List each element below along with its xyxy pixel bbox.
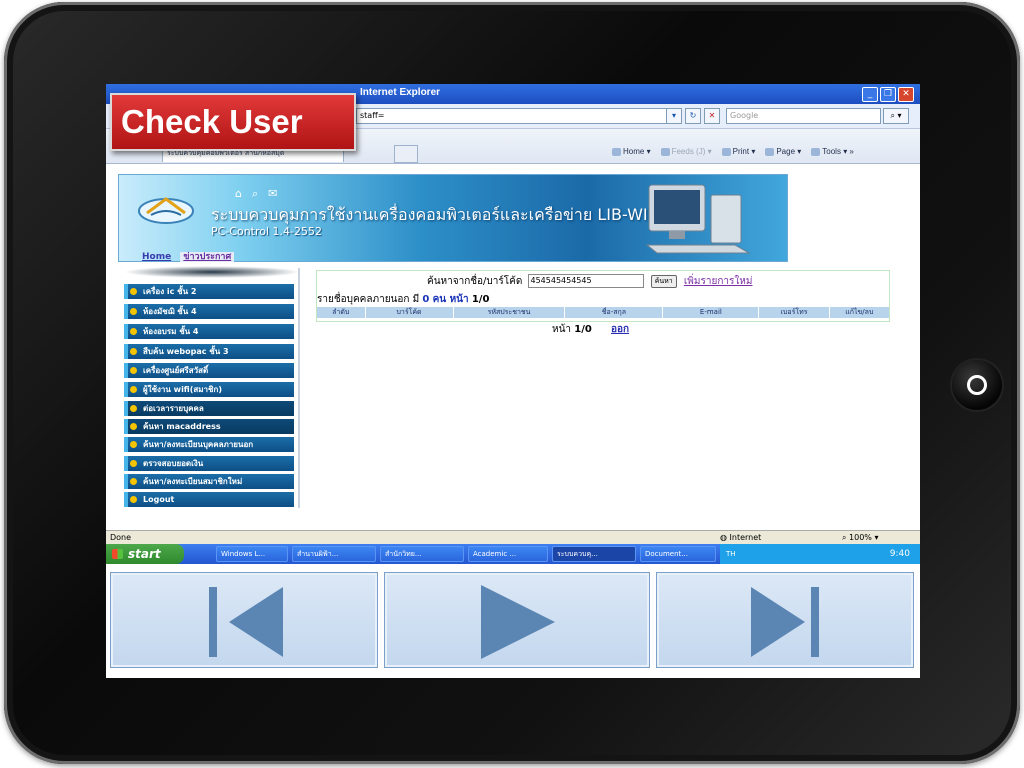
- page-tool[interactable]: Page ▾: [765, 147, 801, 156]
- menu-item-extend-time[interactable]: ต่อเวลารายบุคคล: [124, 401, 294, 416]
- col-header: E-mail: [663, 307, 760, 318]
- restore-icon[interactable]: ❐: [880, 87, 896, 102]
- bullet-icon: [130, 460, 137, 467]
- play-icon: [481, 585, 555, 659]
- address-input[interactable]: staff=: [356, 108, 681, 124]
- pager: หน้า 1/0 ออก: [552, 324, 630, 335]
- bullet-icon: [130, 423, 137, 430]
- close-icon[interactable]: ✕: [898, 87, 914, 102]
- minimize-icon[interactable]: _: [862, 87, 878, 102]
- exit-link[interactable]: ออก: [611, 324, 629, 335]
- taskbar-item[interactable]: สำนานผิฟ้า...: [292, 546, 376, 562]
- menu-item-register-outsider[interactable]: ค้นหา/ลงทะเบียนบุคคลภายนอก: [124, 437, 294, 452]
- col-header: แก้ไข/ลบ: [845, 308, 874, 316]
- col-header: ลำดับ: [317, 307, 366, 318]
- bullet-icon: [130, 386, 137, 393]
- taskbar-item[interactable]: Document...: [640, 546, 716, 562]
- print-tool[interactable]: Print ▾: [721, 147, 755, 156]
- status-text: Done: [110, 533, 132, 542]
- bullet-icon: [130, 478, 137, 485]
- menu-item-search-macaddress[interactable]: ค้นหา macaddress: [124, 419, 294, 434]
- menu-item-register-member[interactable]: ค้นหา/ลงทะเบียนสมาชิกใหม่: [124, 474, 294, 489]
- refresh-icon[interactable]: ↻: [685, 108, 701, 124]
- zoom-level[interactable]: ⌕ 100% ▾: [842, 531, 878, 545]
- play-button[interactable]: [384, 572, 650, 668]
- bullet-icon: [130, 288, 137, 295]
- feeds-icon: [660, 147, 670, 156]
- print-icon: [721, 147, 731, 156]
- taskbar-item-active[interactable]: ระบบควบคุ...: [552, 546, 636, 562]
- status-bar: Done ◍ Internet ⌕ 100% ▾: [106, 530, 920, 545]
- skip-back-icon: [209, 587, 283, 657]
- banner-shortcut-icons: ⌂⌕✉: [235, 187, 288, 200]
- results-count: 0: [422, 294, 430, 305]
- top-nav: Home ข่าวประกาศ: [142, 249, 240, 263]
- last-slide-button[interactable]: [656, 572, 914, 668]
- taskbar-item[interactable]: Windows L...: [216, 546, 288, 562]
- library-logo-icon: [138, 197, 194, 224]
- first-slide-button[interactable]: [110, 572, 378, 668]
- pager-value: 1/0: [574, 324, 592, 335]
- page-icon: [765, 147, 775, 156]
- menu-item-check-balance[interactable]: ตรวจสอบยอดเงิน: [124, 456, 294, 471]
- browser-title: Internet Explorer: [360, 87, 441, 98]
- taskbar-item[interactable]: Academic ...: [468, 546, 548, 562]
- col-header: ชื่อ-สกุล: [565, 307, 664, 318]
- menu-item-training-room[interactable]: ห้องอบรม ชั้น 4: [124, 324, 294, 339]
- menu-item-srisawat-center[interactable]: เครื่องศูนย์ศรีสวัสดิ์: [124, 363, 294, 378]
- stop-icon[interactable]: ✕: [704, 108, 720, 124]
- slide-screen: Internet Explorer _ ❐ ✕ staff= ▾ ↻ ✕ Goo…: [106, 84, 920, 678]
- barcode-search-input[interactable]: 454545454545: [527, 274, 644, 288]
- address-dropdown-icon[interactable]: ▾: [666, 108, 682, 124]
- web-page: ⌂⌕✉ ระบบควบคุมการใช้งานเครื่องคอมพิวเตอร…: [106, 164, 920, 530]
- search-panel: ค้นหาจากชื่อ/บาร์โค้ด 454545454545 ค้นหา…: [316, 270, 890, 322]
- col-header: บาร์โค้ด: [366, 307, 454, 318]
- tools-tool[interactable]: Tools ▾ »: [811, 147, 854, 156]
- results-table-header: ลำดับ บาร์โค้ด รหัสประชาชน ชื่อ-สกุล E-m…: [317, 307, 889, 318]
- bullet-icon: [130, 496, 137, 503]
- bullet-icon: [130, 348, 137, 355]
- search-label: ค้นหาจากชื่อ/บาร์โค้ด: [427, 276, 523, 287]
- col-header: เบอร์โทร: [759, 307, 830, 318]
- start-button[interactable]: start: [106, 544, 184, 564]
- menu-item-room-floor4[interactable]: ห้องมัชฌิ ชั้น 4: [124, 304, 294, 319]
- bullet-icon: [130, 308, 137, 315]
- menu-item-webopac[interactable]: สืบค้น webopac ชั้น 3: [124, 344, 294, 359]
- computer-icon: [645, 184, 751, 254]
- results-summary: รายชื่อบุคคลภายนอก มี 0 คน หน้า 1/0: [317, 294, 490, 305]
- bullet-icon: [130, 405, 137, 412]
- language-indicator[interactable]: TH: [726, 550, 736, 558]
- skip-forward-icon: [751, 587, 819, 657]
- menu-item-ic-floor2[interactable]: เครื่อง ic ชั้น 2: [124, 284, 294, 299]
- bullet-icon: [130, 328, 137, 335]
- bullet-icon: [130, 367, 137, 374]
- gear-icon: [811, 147, 821, 156]
- tablet-home-button[interactable]: [952, 360, 1002, 410]
- add-new-link[interactable]: เพิ่มรายการใหม่: [684, 276, 753, 287]
- bullet-icon: [130, 441, 137, 448]
- feeds-tool[interactable]: Feeds (J) ▾: [660, 147, 712, 156]
- taskbar-item[interactable]: สำนักวิทย...: [380, 546, 464, 562]
- home-icon: [612, 147, 621, 156]
- sidebar-menu: เครื่อง ic ชั้น 2 ห้องมัชฌิ ชั้น 4 ห้องอ…: [118, 266, 300, 508]
- clock: 9:40: [889, 549, 910, 559]
- internet-zone: ◍ Internet: [720, 533, 762, 542]
- system-tray: TH 9:40: [720, 544, 920, 564]
- menu-item-wifi-users[interactable]: ผู้ใช้งาน wifi(สมาชิก): [124, 382, 294, 397]
- windows-taskbar: start Windows L... สำนานผิฟ้า... สำนักวิ…: [106, 544, 920, 564]
- check-user-title: Check User: [110, 93, 356, 151]
- search-input[interactable]: Google: [726, 108, 881, 124]
- menu-item-logout[interactable]: Logout: [124, 492, 294, 507]
- search-icon[interactable]: ⌕ ▾: [883, 108, 909, 124]
- nav-news-link[interactable]: ข่าวประกาศ: [180, 252, 235, 262]
- nav-home-link[interactable]: Home: [142, 252, 171, 262]
- search-button[interactable]: ค้นหา: [650, 274, 677, 288]
- results-page: 1/0: [471, 294, 490, 305]
- home-tool[interactable]: Home ▾: [612, 147, 651, 156]
- col-header: รหัสประชาชน: [454, 307, 566, 318]
- new-tab-button[interactable]: [394, 145, 418, 163]
- banner-subtitle: PC-Control 1.4-2552: [211, 225, 322, 238]
